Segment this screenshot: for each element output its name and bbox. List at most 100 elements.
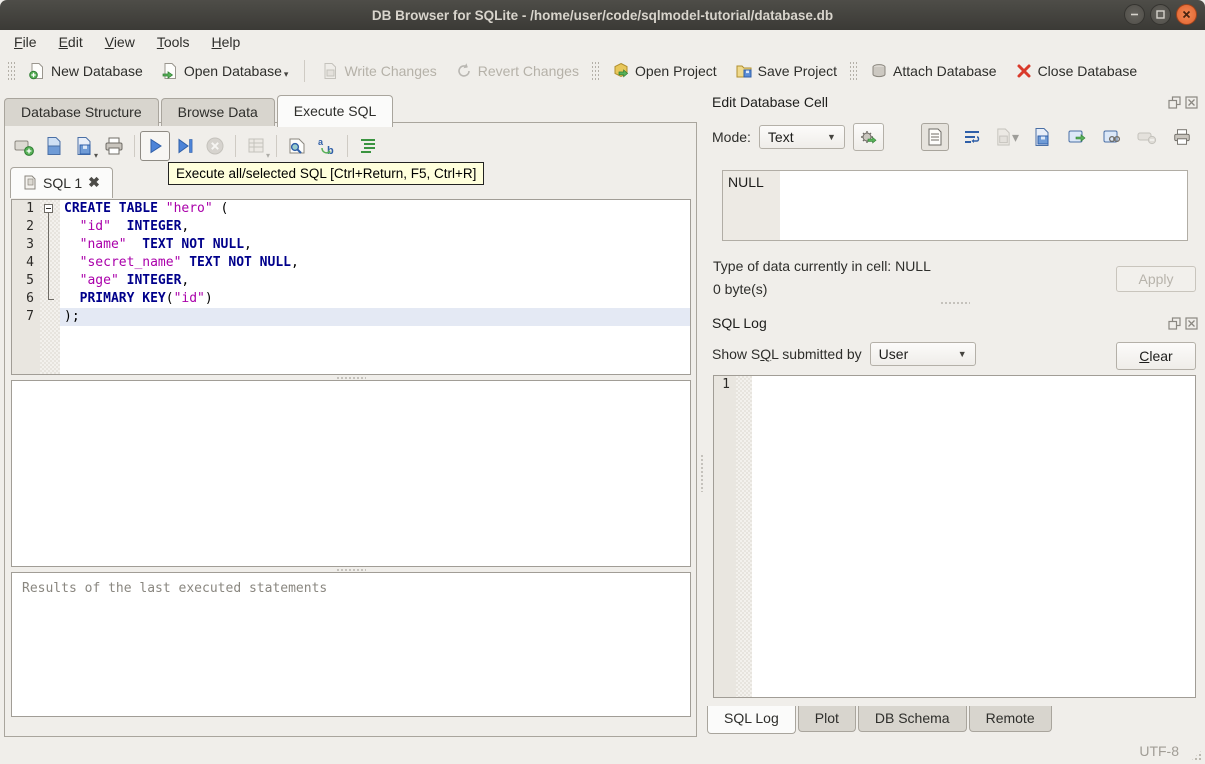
code-text: PRIMARY KEY("id") xyxy=(79,291,213,306)
menu-help[interactable]: Help xyxy=(202,32,251,52)
apply-button[interactable]: Apply xyxy=(1116,266,1196,292)
float-dock-icon[interactable] xyxy=(1168,316,1181,330)
cell-edit-toolbar: ▾ xyxy=(921,123,1194,151)
close-dock-icon[interactable] xyxy=(1185,316,1198,330)
encoding-indicator: UTF-8 xyxy=(1139,743,1179,759)
edit-cell-dock-title: Edit Database Cell xyxy=(712,94,828,110)
main-tab-bar: Database Structure Browse Data Execute S… xyxy=(4,94,395,127)
find-icon[interactable] xyxy=(282,131,312,161)
editor-line[interactable]: 1 xyxy=(714,376,1195,394)
format-sql-icon[interactable] xyxy=(353,131,383,161)
log-fold-margin xyxy=(736,376,752,697)
close-button[interactable] xyxy=(1176,4,1197,25)
menu-tools[interactable]: Tools xyxy=(147,32,200,52)
open-project-button[interactable]: Open Project xyxy=(603,58,726,84)
tab-execute-sql[interactable]: Execute SQL xyxy=(276,95,394,127)
editor-line[interactable]: 4 "secret_name" TEXT NOT NULL, xyxy=(12,254,690,272)
line-number: 2 xyxy=(26,219,34,234)
print-cell-icon[interactable] xyxy=(1170,125,1194,149)
replace-icon[interactable]: ab xyxy=(312,131,342,161)
menu-bar: File Edit View Tools Help xyxy=(0,30,1205,54)
close-sql-tab-icon[interactable]: ✖ xyxy=(88,174,100,191)
dock-tab-plot[interactable]: Plot xyxy=(797,706,856,732)
editor-line[interactable]: 5 "age" INTEGER, xyxy=(12,272,690,290)
attach-database-icon xyxy=(870,62,888,80)
dock-tab-remote[interactable]: Remote xyxy=(968,706,1052,732)
close-database-button[interactable]: Close Database xyxy=(1006,58,1147,84)
sql-editor[interactable]: 1 CREATE TABLE "hero" (2 "id" INTEGER, 3 "… xyxy=(11,199,691,375)
log-filter-combobox[interactable]: User ▼ xyxy=(869,342,976,366)
text-mode-icon[interactable] xyxy=(921,123,949,151)
editor-line[interactable]: 1 CREATE TABLE "hero" ( xyxy=(12,200,690,218)
combo-arrow-icon: ▼ xyxy=(957,349,967,359)
menu-view[interactable]: View xyxy=(95,32,145,52)
toolbar-handle[interactable] xyxy=(8,60,15,82)
save-sql-file-icon[interactable]: ▾ xyxy=(69,131,99,161)
export-results-icon[interactable]: ▾ xyxy=(241,131,271,161)
sql-document-icon xyxy=(23,175,37,190)
write-changes-button[interactable]: Write Changes xyxy=(312,58,445,84)
tab-database-structure[interactable]: Database Structure xyxy=(4,98,159,126)
link-icon[interactable] xyxy=(1100,125,1124,149)
combo-arrow-icon: ▼ xyxy=(827,132,836,142)
save-project-button[interactable]: Save Project xyxy=(726,58,846,84)
clear-log-button[interactable]: Clear xyxy=(1116,342,1196,370)
save-sql-dropdown-icon[interactable]: ▾ xyxy=(94,151,98,160)
results-grid[interactable] xyxy=(11,380,691,567)
code-text: "name" TEXT NOT NULL, xyxy=(79,237,252,252)
open-database-button[interactable]: Open Database ▾ xyxy=(152,58,298,84)
attach-database-button[interactable]: Attach Database xyxy=(861,58,1006,84)
editor-line[interactable]: 6 PRIMARY KEY("id") xyxy=(12,290,690,308)
print-sql-icon[interactable] xyxy=(99,131,129,161)
resize-grip[interactable] xyxy=(1190,749,1203,762)
tab-browse-data[interactable]: Browse Data xyxy=(160,98,275,126)
sql-log-editor[interactable]: 1 xyxy=(713,375,1196,698)
editor-line[interactable]: 3 "name" TEXT NOT NULL, xyxy=(12,236,690,254)
line-number: 6 xyxy=(26,291,34,306)
cell-editor[interactable]: NULL xyxy=(722,170,1188,241)
stop-button[interactable] xyxy=(200,131,230,161)
auto-apply-button[interactable] xyxy=(852,123,884,151)
open-external-icon[interactable] xyxy=(1065,125,1089,149)
menu-edit[interactable]: Edit xyxy=(49,32,93,52)
sql-log-lines: 1 xyxy=(714,376,1195,394)
fold-marker-icon xyxy=(40,272,60,290)
title-bar: DB Browser for SQLite - /home/user/code/… xyxy=(0,0,1205,30)
set-null-icon[interactable] xyxy=(1135,125,1159,149)
dock-tab-bar: SQL Log Plot DB Schema Remote xyxy=(707,706,1054,734)
open-sql-file-icon[interactable] xyxy=(39,131,69,161)
maximize-button[interactable] xyxy=(1150,4,1171,25)
execute-all-button[interactable] xyxy=(140,131,170,161)
execute-line-button[interactable] xyxy=(170,131,200,161)
fold-marker-icon[interactable] xyxy=(40,200,60,218)
float-dock-icon[interactable] xyxy=(1168,95,1181,109)
new-database-button[interactable]: New Database xyxy=(19,58,152,84)
open-database-label: Open Database xyxy=(183,63,282,79)
export-cell-icon[interactable] xyxy=(1030,125,1054,149)
mode-combobox[interactable]: Text ▼ xyxy=(758,125,845,149)
menu-file[interactable]: File xyxy=(4,32,47,52)
import-cell-icon[interactable]: ▾ xyxy=(995,125,1019,149)
results-placeholder: Results of the last executed statements xyxy=(22,581,328,596)
dock-tab-db-schema[interactable]: DB Schema xyxy=(857,706,967,732)
main-content: Database Structure Browse Data Execute S… xyxy=(0,88,1205,738)
dock-splitter[interactable] xyxy=(705,300,1205,306)
line-number: 5 xyxy=(26,273,34,288)
open-project-icon xyxy=(612,62,630,80)
close-dock-icon[interactable] xyxy=(1185,95,1198,109)
editor-line[interactable]: 2 "id" INTEGER, xyxy=(12,218,690,236)
dock-tab-sql-log[interactable]: SQL Log xyxy=(707,706,796,734)
minimize-button[interactable] xyxy=(1124,4,1145,25)
word-wrap-icon[interactable] xyxy=(960,125,984,149)
editor-line[interactable]: 7); xyxy=(12,308,690,326)
toolbar-handle[interactable] xyxy=(850,60,858,82)
toolbar-handle[interactable] xyxy=(591,60,599,82)
results-message-pane[interactable]: Results of the last executed statements xyxy=(11,572,691,717)
new-database-icon xyxy=(28,62,46,80)
line-number: 7 xyxy=(26,309,34,324)
revert-changes-button[interactable]: Revert Changes xyxy=(446,58,588,84)
new-sql-tab-icon[interactable] xyxy=(9,131,39,161)
open-database-dropdown-icon[interactable]: ▾ xyxy=(284,69,289,80)
sql-1-tab[interactable]: SQL 1 ✖ xyxy=(10,167,113,198)
